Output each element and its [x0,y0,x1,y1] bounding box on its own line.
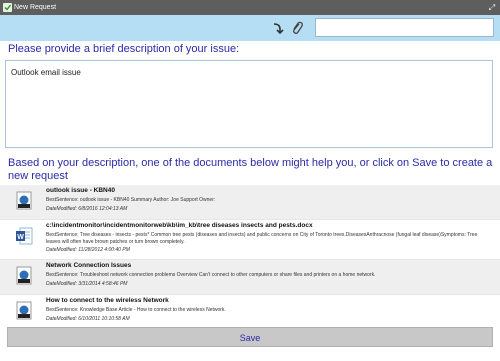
results-list: outlook issue - KBN40 BestSentence: outl… [0,185,500,329]
web-document-icon [16,191,32,210]
result-sentence: BestSentence: Knowledge Base Article - H… [46,307,226,313]
description-field[interactable]: Outlook email issue [5,60,493,148]
word-document-icon: W [16,227,33,245]
window-title: New Request [14,4,57,11]
result-item[interactable]: Network Connection Issues BestSentence: … [0,259,500,294]
result-item[interactable]: outlook issue - KBN40 BestSentence: outl… [0,185,500,219]
suggestion-text: Based on your description, one of the do… [8,157,493,182]
redo-icon[interactable] [270,21,284,35]
toolbar [0,15,500,41]
web-document-icon [16,301,32,320]
result-title[interactable]: How to connect to the wireless Network [46,297,169,304]
web-document-icon [16,266,32,285]
search-input[interactable] [315,18,494,37]
save-button[interactable]: Save [7,327,493,347]
result-title[interactable]: outlook issue - KBN40 [46,187,115,194]
resize-icon[interactable]: ⤢ [487,0,497,15]
result-title[interactable]: c:\incidentmonitor\incidentmonitorweb\kb… [46,222,313,229]
result-item[interactable]: How to connect to the wireless Network B… [0,294,500,329]
result-title[interactable]: Network Connection Issues [46,262,131,269]
title-bar: New Request ⤢ [0,0,500,15]
app-icon [3,3,12,12]
result-date: DateModified: 3/31/2014 4:58:46 PM [46,281,128,287]
result-date: DateModified: 6/10/2011 10:10:58 AM [46,316,130,322]
result-date: DateModified: 6/8/2016 12:04:13 AM [46,206,128,212]
description-prompt: Please provide a brief description of yo… [8,43,240,55]
result-sentence: BestSentence: Tree diseases - insects - … [46,232,478,245]
result-sentence: BestSentence: outlook issue - KBN40 Summ… [46,197,216,203]
result-date: DateModified: 11/28/2012 4:00:40 PM [46,247,130,253]
svg-text:W: W [17,234,24,241]
result-item[interactable]: W c:\incidentmonitor\incidentmonitorweb\… [0,219,500,259]
result-sentence: BestSentence: Troubleshoot network conne… [46,272,376,278]
attachment-icon[interactable] [290,20,304,36]
